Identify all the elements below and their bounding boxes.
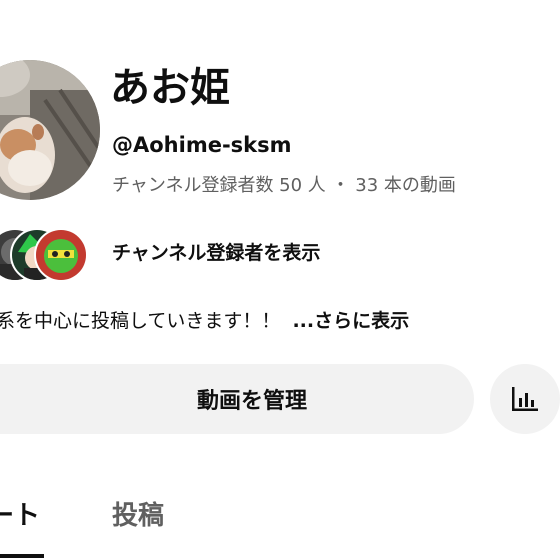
- tab-selected-indicator: [0, 554, 44, 558]
- show-more-link[interactable]: ...さらに表示: [292, 310, 409, 332]
- channel-name: あお姫: [110, 65, 230, 111]
- channel-page: あお姫 @Aohime-sksm チャンネル登録者数 50 人 ・ 33 本の動…: [0, 0, 560, 560]
- subscriber-avatar-3: [34, 228, 88, 282]
- channel-avatar[interactable]: [0, 60, 100, 200]
- tab-shorts[interactable]: ート: [0, 496, 40, 536]
- analytics-icon: [512, 387, 538, 411]
- tab-posts[interactable]: 投稿: [112, 496, 164, 536]
- channel-handle: @Aohime-sksm: [112, 133, 292, 157]
- description-text: 系を中心に投稿していきます！！: [0, 310, 281, 332]
- manage-videos-button[interactable]: 動画を管理: [0, 364, 474, 434]
- show-subscribers-link[interactable]: チャンネル登録者を表示: [112, 238, 320, 268]
- analytics-button[interactable]: [490, 364, 560, 434]
- channel-description[interactable]: 系を中心に投稿していきます！！ ...さらに表示: [0, 306, 409, 336]
- manage-videos-label: 動画を管理: [196, 389, 307, 414]
- channel-stats: チャンネル登録者数 50 人 ・ 33 本の動画: [112, 175, 456, 196]
- cat-photo-icon: [0, 60, 100, 200]
